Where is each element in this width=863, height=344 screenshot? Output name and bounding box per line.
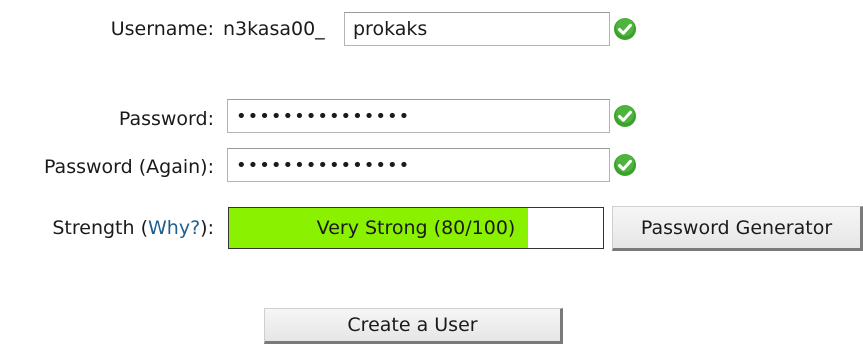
strength-label: Strength (Why?): (52, 216, 214, 240)
check-circle-icon (614, 18, 636, 40)
check-circle-icon (614, 105, 636, 127)
username-prefix: n3kasa00_ (223, 18, 325, 40)
strength-label-text: Strength ( (52, 217, 148, 239)
password-label: Password: (118, 108, 214, 130)
create-user-button[interactable]: Create a User (264, 308, 563, 344)
create-user-form: Username: n3kasa00_ Password: Password (… (0, 0, 863, 344)
check-circle-icon (614, 154, 636, 176)
username-input[interactable] (344, 12, 610, 46)
password-input[interactable] (227, 99, 610, 133)
strength-meter-text: Very Strong (80/100) (316, 217, 516, 239)
username-label: Username: (110, 18, 214, 40)
strength-meter: Very Strong (80/100) (228, 207, 604, 249)
password-again-label: Password (Again): (43, 156, 214, 178)
strength-label-suffix: ): (200, 217, 214, 239)
why-link[interactable]: Why? (148, 217, 200, 239)
password-again-input[interactable] (227, 148, 610, 182)
password-generator-button[interactable]: Password Generator (612, 206, 863, 251)
